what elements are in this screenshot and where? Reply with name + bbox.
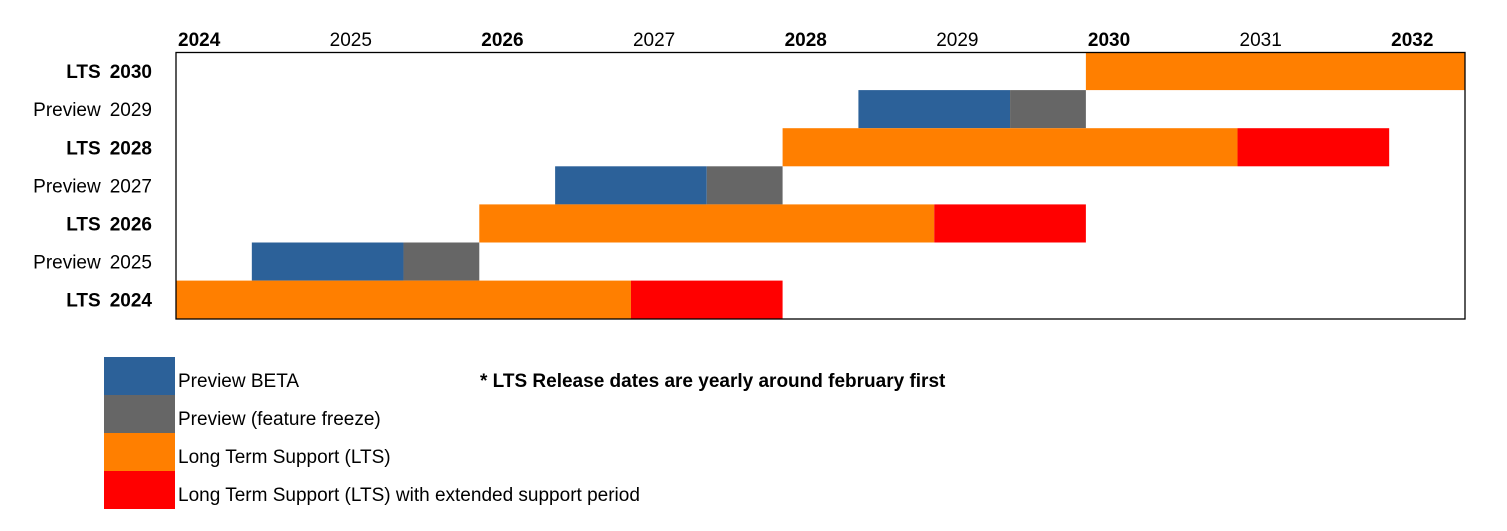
legend-label-lts: Long Term Support (LTS)	[178, 447, 391, 468]
x-tick-label-2026: 2026	[481, 30, 523, 51]
bar-lts-2024-lts	[176, 280, 631, 319]
bar-preview-2025-freeze	[403, 242, 480, 281]
row-label-kind: Preview	[33, 176, 101, 197]
row-label-year: 2024	[110, 291, 153, 312]
row-label-lts-2028: LTS 2028	[66, 138, 152, 159]
row-label-preview-2029: Preview 2029	[33, 100, 152, 121]
row-labels: LTS 2030 Preview 2029 LTS 2028 Preview 2027 LTS 2…	[33, 62, 152, 312]
bars	[176, 52, 1465, 319]
row-label-lts-2026: LTS 2026	[66, 214, 152, 235]
gantt-chart: 2024 2025 2026 2027 2028 2029 2030 2031 2032 LTS…	[33, 30, 1466, 320]
row-label-year: 2028	[110, 138, 152, 159]
bar-lts-2030-lts	[1085, 52, 1465, 91]
legend-swatch-lts-extended	[104, 471, 175, 509]
row-label-lts-2030: LTS 2030	[66, 62, 152, 83]
bar-lts-2028-lts	[782, 128, 1238, 167]
x-tick-label-2031: 2031	[1240, 30, 1282, 51]
bar-preview-2027-beta	[555, 166, 707, 205]
row-label-year: 2027	[110, 176, 152, 197]
row-label-preview-2025: Preview 2025	[33, 253, 152, 274]
x-axis-ticks: 2024 2025 2026 2027 2028 2029 2030 2031 2032	[178, 30, 1433, 51]
legend-label-lts-extended: Long Term Support (LTS) with extended su…	[178, 485, 640, 506]
bar-preview-2029-beta	[858, 90, 1011, 129]
release-dates-note: * LTS Release dates are yearly around fe…	[480, 371, 946, 392]
x-tick-label-2027: 2027	[633, 30, 675, 51]
legend-swatch-preview-beta	[104, 357, 175, 395]
bar-preview-2027-freeze	[706, 166, 783, 205]
row-label-kind: LTS	[66, 214, 100, 235]
legend-swatch-preview-freeze	[104, 395, 175, 433]
row-label-kind: Preview	[33, 100, 101, 121]
row-label-kind: LTS	[66, 291, 100, 312]
row-label-year: 2025	[110, 253, 152, 274]
x-tick-label-2030: 2030	[1088, 30, 1130, 51]
legend-label-preview-beta: Preview BETA	[178, 371, 300, 392]
x-tick-label-2028: 2028	[785, 30, 827, 51]
x-tick-label-2025: 2025	[330, 30, 372, 51]
row-label-kind: LTS	[66, 138, 100, 159]
row-label-preview-2027: Preview 2027	[33, 176, 152, 197]
row-label-kind: Preview	[33, 253, 101, 274]
x-tick-label-2032: 2032	[1391, 30, 1433, 51]
bar-preview-2025-beta	[251, 242, 404, 281]
legend-swatch-lts	[104, 433, 175, 471]
bar-lts-2024-extended	[630, 280, 783, 319]
row-label-year: 2030	[110, 62, 152, 83]
bar-lts-2026-lts	[479, 204, 935, 243]
row-label-year: 2026	[110, 214, 152, 235]
x-tick-label-2029: 2029	[936, 30, 978, 51]
bar-lts-2026-extended	[934, 204, 1086, 243]
x-tick-label-2024: 2024	[178, 30, 221, 51]
legend-label-preview-freeze: Preview (feature freeze)	[178, 409, 381, 430]
bar-preview-2029-freeze	[1010, 90, 1086, 129]
row-label-lts-2024: LTS 2024	[66, 291, 152, 312]
bar-lts-2028-extended	[1237, 128, 1390, 167]
row-label-year: 2029	[110, 100, 152, 121]
row-label-kind: LTS	[66, 62, 100, 83]
